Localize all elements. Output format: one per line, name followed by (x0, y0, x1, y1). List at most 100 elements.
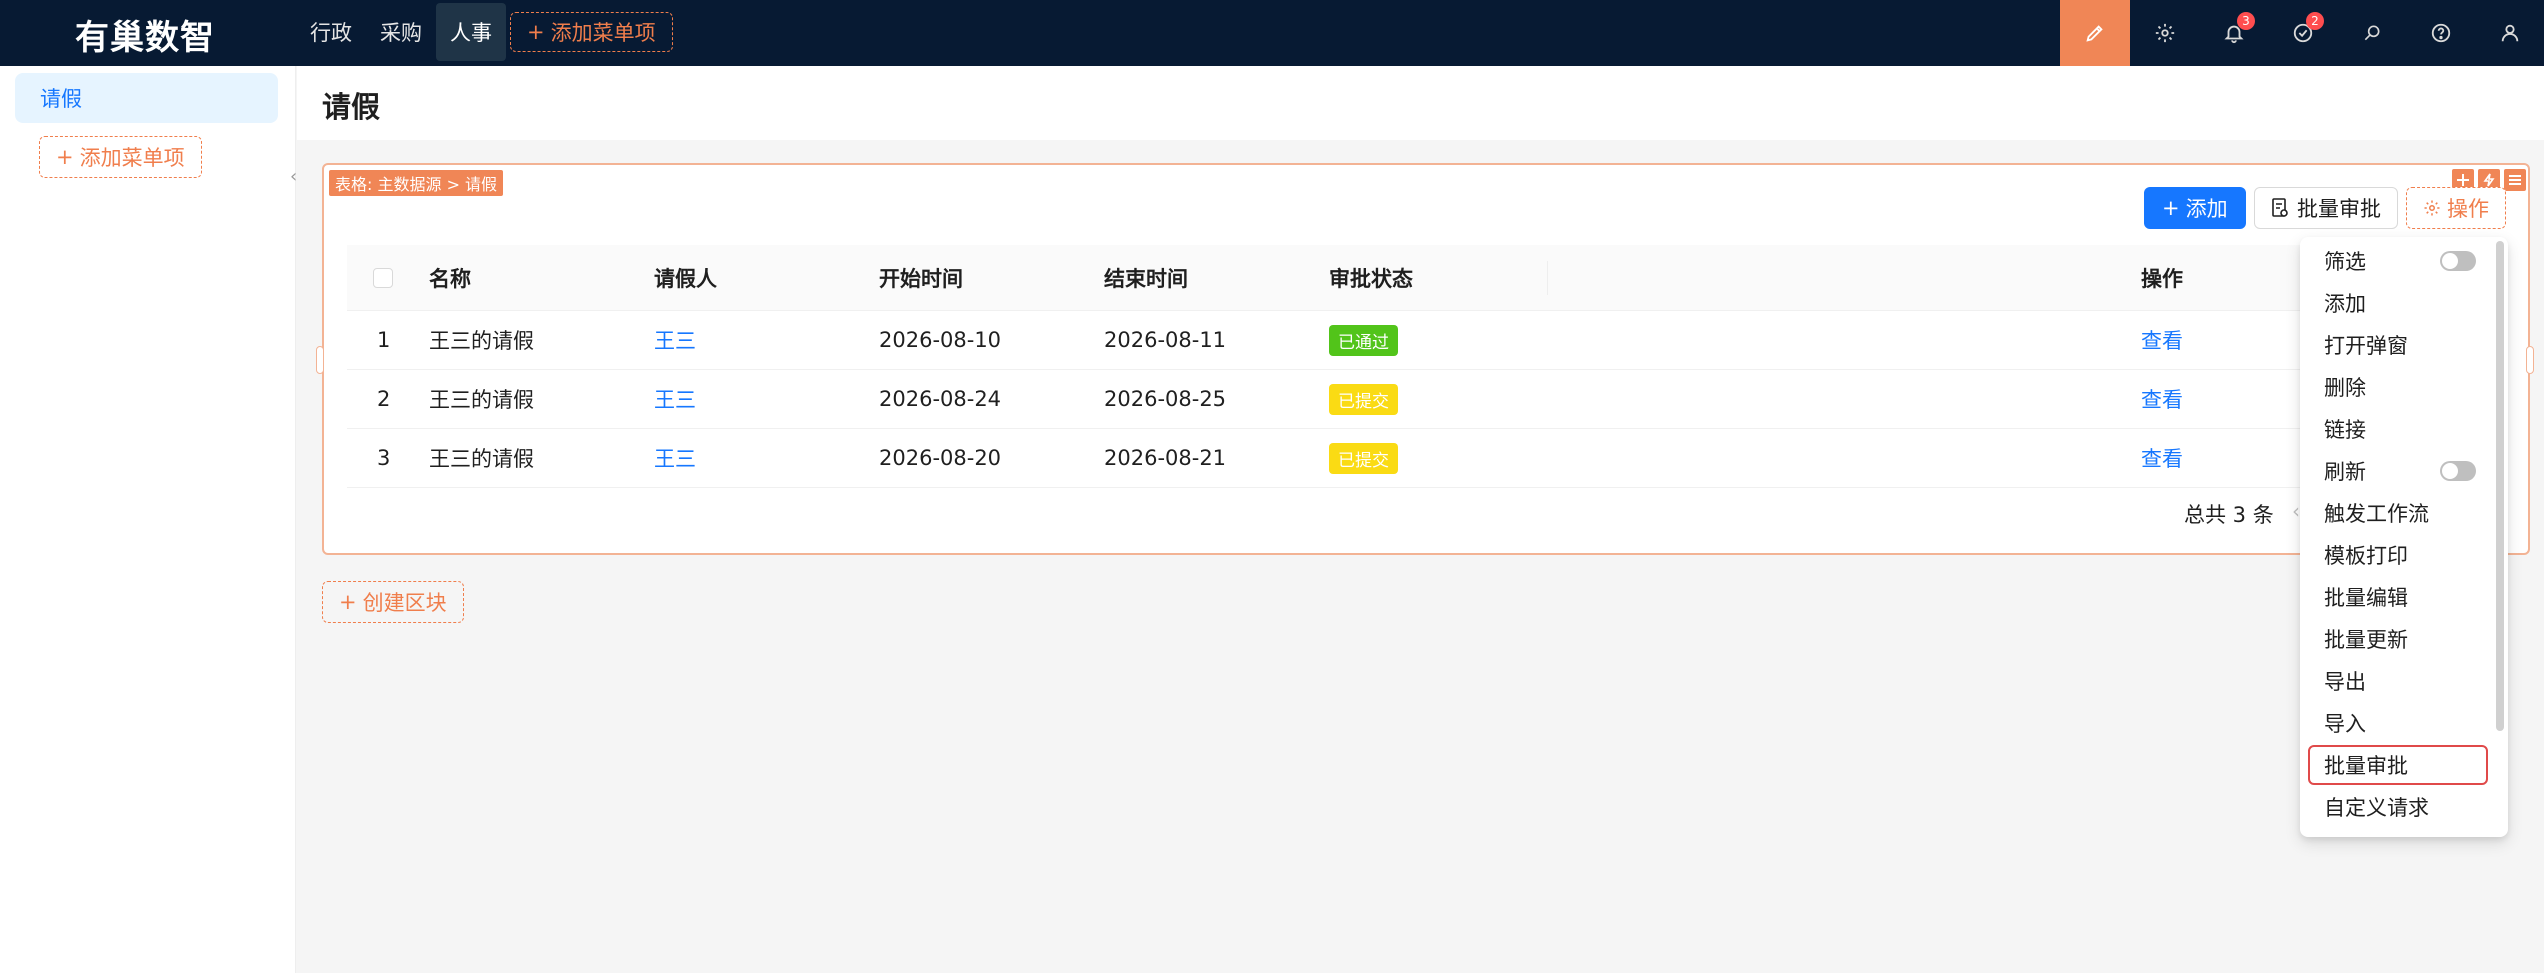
menu-item-filter[interactable]: 筛选 (2308, 241, 2488, 281)
row-index: 1 (377, 328, 391, 352)
cell-start-date: 2026-08-10 (879, 328, 1002, 352)
column-header-status[interactable]: 审批状态 (1329, 245, 1413, 310)
add-menu-item-button[interactable]: + 添加菜单项 (510, 12, 673, 52)
batch-approve-label: 批量审批 (2297, 197, 2381, 221)
highlighter-icon (2086, 25, 2103, 42)
sidebar-collapse-chevron-icon[interactable]: ‹ (290, 166, 297, 187)
select-all-checkbox[interactable] (373, 267, 393, 288)
column-header-end[interactable]: 结束时间 (1104, 245, 1188, 310)
user-button[interactable] (2475, 0, 2544, 66)
batch-approve-button[interactable]: 批量审批 (2254, 187, 2398, 229)
plus-icon: + (2162, 196, 2180, 220)
cell-status: 已提交 (1329, 429, 1398, 487)
status-badge: 已提交 (1329, 383, 1398, 415)
select-all-cell (373, 245, 393, 310)
menu-item-batch-approve[interactable]: 批量审批 (2308, 745, 2488, 785)
sidebar-add-menu-item-label: 添加菜单项 (79, 146, 185, 170)
status-badge: 已提交 (1329, 442, 1398, 474)
menu-item-trigger-workflow[interactable]: 触发工作流 (2308, 493, 2488, 533)
block-source-tag: 表格: 主数据源 > 请假 (329, 170, 504, 196)
cell-name: 王三的请假 (429, 388, 534, 412)
column-header-start[interactable]: 开始时间 (879, 245, 963, 310)
user-icon (2501, 24, 2518, 42)
page-title: 请假 (322, 90, 381, 124)
notifications-button[interactable]: 3 (2199, 0, 2268, 66)
cell-person-link[interactable]: 王三 (654, 311, 696, 369)
nav-item-hr[interactable]: 人事 (436, 3, 506, 61)
menu-item-label: 刷新 (2324, 460, 2366, 484)
plus-icon: + (339, 590, 357, 614)
notification-count-badge: 3 (2237, 12, 2255, 30)
menu-item-bulk-edit[interactable]: 批量编辑 (2308, 577, 2488, 617)
menu-item-template-print[interactable]: 模板打印 (2308, 535, 2488, 575)
block-resize-handle-right[interactable] (2526, 346, 2534, 374)
column-divider (1547, 261, 1548, 295)
sidebar: 请假 + 添加菜单项 ‹ (0, 66, 297, 973)
table-row: 1 王三的请假 王三 2026-08-10 2026-08-11 已通过 查看 (347, 311, 2507, 370)
help-button[interactable] (2406, 0, 2475, 66)
page-header: 请假 (297, 66, 2544, 140)
plus-icon: + (527, 20, 545, 44)
search-button[interactable] (2337, 0, 2406, 66)
block-resize-handle-left[interactable] (316, 346, 324, 374)
menu-item-refresh[interactable]: 刷新 (2308, 451, 2488, 491)
dropdown-scrollbar[interactable] (2496, 241, 2504, 731)
pagination-total: 总共 3 条 (2184, 503, 2274, 527)
task-count-badge: 2 (2306, 12, 2324, 30)
sidebar-item-leave[interactable]: 请假 (15, 73, 278, 123)
cell-name: 王三的请假 (429, 447, 534, 471)
menu-item-bulk-update[interactable]: 批量更新 (2308, 619, 2488, 659)
column-header-name[interactable]: 名称 (429, 245, 471, 310)
menu-item-link[interactable]: 链接 (2308, 409, 2488, 449)
status-badge: 已通过 (1329, 324, 1398, 356)
cell-status: 已提交 (1329, 370, 1398, 428)
cell-start-date: 2026-08-24 (879, 387, 1002, 411)
nav-item-admin[interactable]: 行政 (296, 3, 366, 61)
cell-status: 已通过 (1329, 311, 1398, 369)
view-link[interactable]: 查看 (2141, 311, 2183, 369)
leave-table: 名称 请假人 开始时间 结束时间 审批状态 操作 1 王三的请假 王三 2026… (347, 245, 2507, 488)
top-nav: 行政 采购 人事 + 添加菜单项 (296, 3, 673, 61)
tasks-button[interactable]: 2 (2268, 0, 2337, 66)
table-row: 3 王三的请假 王三 2026-08-20 2026-08-21 已提交 查看 (347, 429, 2507, 488)
plus-icon: + (56, 145, 74, 169)
add-record-button[interactable]: + 添加 (2144, 187, 2246, 229)
add-record-label: 添加 (2185, 197, 2228, 221)
cell-person-link[interactable]: 王三 (654, 429, 696, 487)
actions-dropdown-menu: 筛选 添加 打开弹窗 删除 链接 刷新 触发工作流 模板打印 批量编辑 批量更新… (2300, 237, 2508, 837)
view-link[interactable]: 查看 (2141, 370, 2183, 428)
configure-actions-button[interactable]: 操作 (2406, 187, 2506, 229)
create-block-button[interactable]: + 创建区块 (322, 581, 464, 623)
nav-item-purchase[interactable]: 采购 (366, 3, 436, 61)
view-link[interactable]: 查看 (2141, 429, 2183, 487)
block-menu-icon[interactable] (2504, 169, 2526, 191)
gear-icon (2424, 200, 2440, 216)
menu-item-export[interactable]: 导出 (2308, 661, 2488, 701)
create-block-label: 创建区块 (362, 591, 447, 615)
search-icon (2364, 25, 2379, 41)
help-icon (2431, 23, 2450, 43)
table-block: 表格: 主数据源 > 请假 + 添加 批量审批 操作 名称 请假人 开始时间 结… (322, 163, 2530, 555)
document-check-icon (2272, 198, 2288, 217)
cell-start-date: 2026-08-20 (879, 446, 1002, 470)
menu-item-open-popup[interactable]: 打开弹窗 (2308, 325, 2488, 365)
filter-toggle[interactable] (2440, 251, 2476, 271)
menu-item-import[interactable]: 导入 (2308, 703, 2488, 743)
add-menu-item-label: 添加菜单项 (550, 21, 656, 45)
cell-end-date: 2026-08-25 (1104, 387, 1227, 411)
app-logo[interactable]: 有巢数智 (75, 10, 215, 59)
cell-person-link[interactable]: 王三 (654, 370, 696, 428)
menu-item-delete[interactable]: 删除 (2308, 367, 2488, 407)
table-header-row: 名称 请假人 开始时间 结束时间 审批状态 操作 (347, 245, 2507, 311)
settings-button[interactable] (2130, 0, 2199, 66)
pagination-prev-icon[interactable]: ‹ (2292, 499, 2300, 523)
gear-icon (2155, 23, 2174, 43)
menu-item-add[interactable]: 添加 (2308, 283, 2488, 323)
refresh-toggle[interactable] (2440, 461, 2476, 481)
top-actions: 3 2 (2060, 0, 2544, 66)
ui-editor-button[interactable] (2060, 0, 2130, 66)
column-header-person[interactable]: 请假人 (654, 245, 717, 310)
row-index: 2 (377, 387, 391, 411)
sidebar-add-menu-item-button[interactable]: + 添加菜单项 (39, 136, 202, 178)
menu-item-custom-request[interactable]: 自定义请求 (2308, 787, 2488, 827)
